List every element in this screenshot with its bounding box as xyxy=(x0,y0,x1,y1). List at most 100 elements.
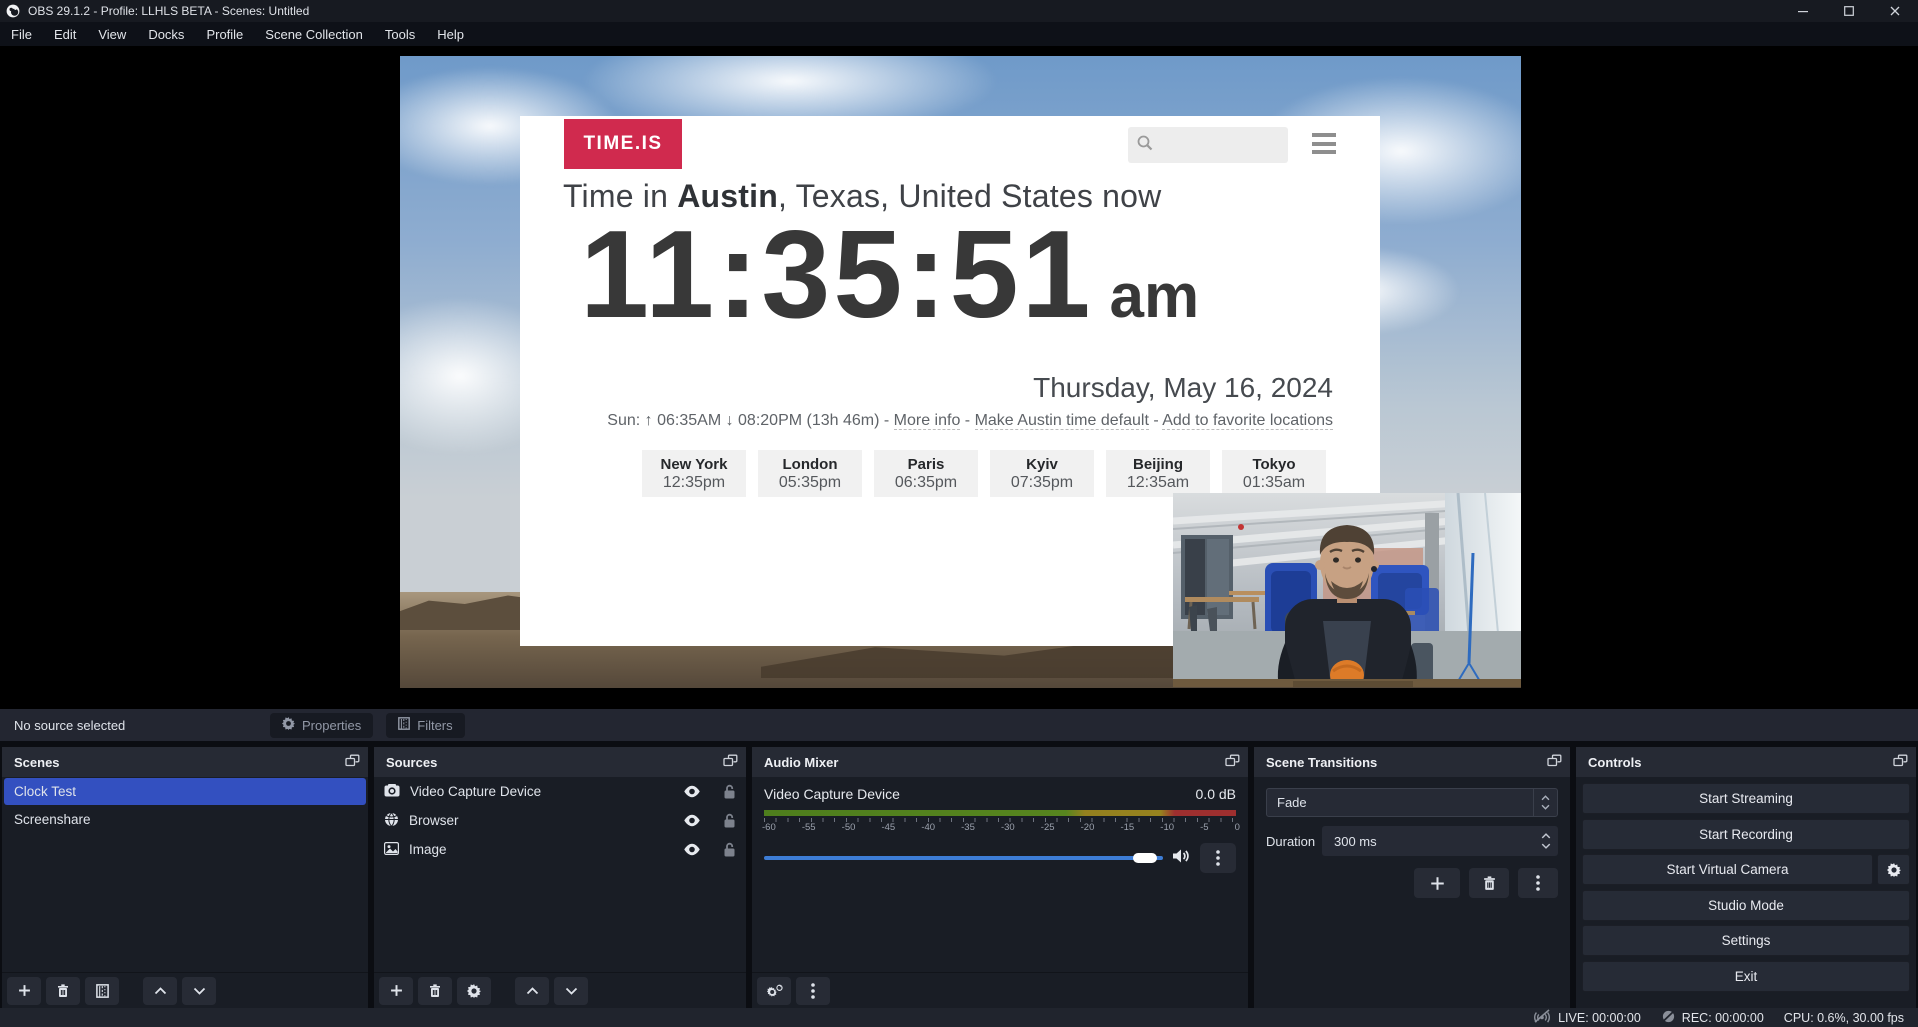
source-toolbar: No source selected Properties Filters xyxy=(0,709,1918,741)
remove-transition-button[interactable] xyxy=(1469,868,1509,898)
world-cities-row: New York12:35pm London05:35pm Paris06:35… xyxy=(642,450,1326,497)
settings-button[interactable]: Settings xyxy=(1582,925,1910,956)
sources-panel: Sources Video Capture Device Browser xyxy=(374,747,746,1008)
dock-area: Scenes Clock Test Screenshare Sources xyxy=(0,741,1918,1008)
meter-scale: -60-55-50-45-40-35-30-25-20-15-10-50 xyxy=(762,822,1240,833)
city-beijing: Beijing12:35am xyxy=(1106,450,1210,497)
search-input xyxy=(1154,137,1274,153)
menu-scene-collection[interactable]: Scene Collection xyxy=(254,22,374,46)
lock-icon[interactable] xyxy=(723,842,736,857)
remove-scene-button[interactable] xyxy=(46,977,80,1005)
sources-title: Sources xyxy=(386,755,437,770)
eye-icon[interactable] xyxy=(683,785,701,798)
mixer-menu-button[interactable] xyxy=(796,977,830,1005)
maximize-button[interactable] xyxy=(1826,0,1872,22)
start-streaming-button[interactable]: Start Streaming xyxy=(1582,783,1910,814)
source-item-video-capture[interactable]: Video Capture Device xyxy=(374,777,746,806)
dock-popout-icon[interactable] xyxy=(1225,754,1240,770)
city-tokyo: Tokyo01:35am xyxy=(1222,450,1326,497)
volume-slider[interactable] xyxy=(764,856,1163,860)
menu-bar: File Edit View Docks Profile Scene Colle… xyxy=(0,22,1918,46)
webcam-overlay[interactable] xyxy=(1173,493,1521,687)
dock-popout-icon[interactable] xyxy=(1893,754,1908,770)
menu-help[interactable]: Help xyxy=(426,22,475,46)
duration-value: 300 ms xyxy=(1322,834,1534,849)
preview-canvas[interactable]: TIME.IS Time in Austin, Texas, United St… xyxy=(0,46,1918,709)
make-default-link: Make Austin time default xyxy=(975,412,1149,430)
advanced-audio-button[interactable] xyxy=(757,977,791,1005)
program-video[interactable]: TIME.IS Time in Austin, Texas, United St… xyxy=(400,56,1521,688)
site-menu-icon xyxy=(1312,133,1336,159)
audio-mixer-panel: Audio Mixer Video Capture Device 0.0 dB … xyxy=(752,747,1248,1008)
add-scene-button[interactable] xyxy=(7,977,41,1005)
volume-meter xyxy=(764,810,1236,816)
virtual-camera-config-button[interactable] xyxy=(1877,854,1910,885)
scene-item-screenshare[interactable]: Screenshare xyxy=(4,806,366,833)
transition-menu-button[interactable] xyxy=(1518,868,1558,898)
menu-profile[interactable]: Profile xyxy=(195,22,254,46)
dock-popout-icon[interactable] xyxy=(345,754,360,770)
source-item-browser[interactable]: Browser xyxy=(374,806,746,835)
lock-icon[interactable] xyxy=(723,813,736,828)
transition-select[interactable]: Fade xyxy=(1266,788,1558,817)
stream-status-icon xyxy=(1532,1009,1552,1026)
clock-time: 11:35:51 xyxy=(580,204,1094,346)
close-button[interactable] xyxy=(1872,0,1918,22)
duration-down-icon xyxy=(1541,843,1551,849)
site-search-box xyxy=(1128,127,1288,163)
more-info-link: More info xyxy=(894,412,961,430)
city-paris: Paris06:35pm xyxy=(874,450,978,497)
volume-slider-handle[interactable] xyxy=(1133,853,1157,863)
obs-window: OBS 29.1.2 - Profile: LLHLS BETA - Scene… xyxy=(0,0,1918,1027)
rec-time: REC: 00:00:00 xyxy=(1682,1011,1764,1025)
start-virtual-camera-button[interactable]: Start Virtual Camera xyxy=(1582,854,1873,885)
add-source-button[interactable] xyxy=(379,977,413,1005)
duration-spinbox[interactable]: 300 ms xyxy=(1322,826,1558,856)
menu-docks[interactable]: Docks xyxy=(137,22,195,46)
filter-icon xyxy=(398,717,410,733)
controls-panel: Controls Start Streaming Start Recording… xyxy=(1576,747,1916,1008)
speaker-icon[interactable] xyxy=(1172,848,1191,869)
source-down-button[interactable] xyxy=(554,977,588,1005)
scene-down-button[interactable] xyxy=(182,977,216,1005)
source-up-button[interactable] xyxy=(515,977,549,1005)
scenes-title: Scenes xyxy=(14,755,60,770)
city-london: London05:35pm xyxy=(758,450,862,497)
dock-popout-icon[interactable] xyxy=(723,754,738,770)
properties-button[interactable]: Properties xyxy=(270,713,373,738)
add-favorite-link: Add to favorite locations xyxy=(1162,412,1333,430)
filters-button[interactable]: Filters xyxy=(386,713,464,738)
no-source-label: No source selected xyxy=(14,718,204,733)
mixer-channel-menu-button[interactable] xyxy=(1200,843,1236,873)
source-properties-button[interactable] xyxy=(457,977,491,1005)
scene-item-clock-test[interactable]: Clock Test xyxy=(4,778,366,805)
exit-button[interactable]: Exit xyxy=(1582,961,1910,992)
start-recording-button[interactable]: Start Recording xyxy=(1582,819,1910,850)
eye-icon[interactable] xyxy=(683,843,701,856)
scenes-panel: Scenes Clock Test Screenshare xyxy=(2,747,368,1008)
dock-popout-icon[interactable] xyxy=(1547,754,1562,770)
audio-mixer-title: Audio Mixer xyxy=(764,755,838,770)
scene-transitions-panel: Scene Transitions Fade Duration 300 ms xyxy=(1254,747,1570,1008)
city-kyiv: Kyiv07:35pm xyxy=(990,450,1094,497)
menu-view[interactable]: View xyxy=(87,22,137,46)
menu-edit[interactable]: Edit xyxy=(43,22,87,46)
scene-up-button[interactable] xyxy=(143,977,177,1005)
remove-source-button[interactable] xyxy=(418,977,452,1005)
transition-select-spinner[interactable] xyxy=(1533,789,1557,816)
scene-filters-button[interactable] xyxy=(85,977,119,1005)
mixer-level-db: 0.0 dB xyxy=(1196,786,1236,802)
eye-icon[interactable] xyxy=(683,814,701,827)
menu-file[interactable]: File xyxy=(0,22,43,46)
city-new-york: New York12:35pm xyxy=(642,450,746,497)
add-transition-button[interactable] xyxy=(1414,868,1460,898)
globe-icon xyxy=(384,812,399,830)
lock-icon[interactable] xyxy=(723,784,736,799)
menu-tools[interactable]: Tools xyxy=(374,22,426,46)
minimize-button[interactable] xyxy=(1780,0,1826,22)
studio-mode-button[interactable]: Studio Mode xyxy=(1582,890,1910,921)
clock-display: 11:35:51 am xyxy=(580,204,1199,346)
search-icon xyxy=(1136,134,1154,157)
transition-selected-value: Fade xyxy=(1267,795,1533,810)
source-item-image[interactable]: Image xyxy=(374,835,746,864)
